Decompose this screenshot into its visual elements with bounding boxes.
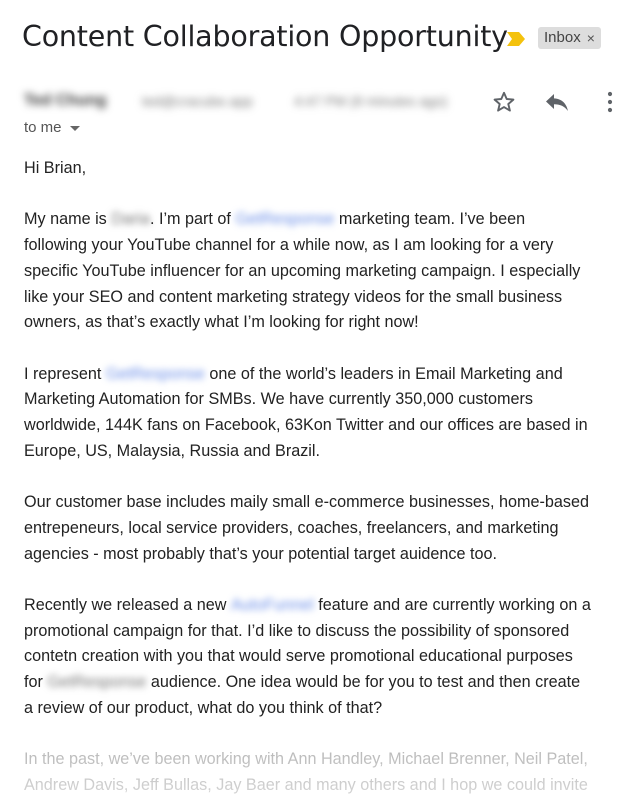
more-options-button[interactable]: [596, 88, 624, 116]
body-line: My name is Daria. I’m part of GetRespons…: [24, 207, 624, 233]
body-line: Our customer base includes maily small e…: [24, 493, 589, 512]
body-line: worldwide, 144K fans on Facebook, 63Kon …: [24, 416, 588, 434]
recipient-details-toggle[interactable]: to me: [24, 119, 80, 136]
greeting-text: Hi Brian,: [24, 159, 87, 177]
star-button[interactable]: [490, 88, 518, 116]
paragraph-customers: Our customer base includes maily small e…: [24, 490, 624, 567]
redacted-company-name: GetResponse: [47, 673, 147, 691]
body-line: contetn creation with you that would ser…: [24, 647, 573, 666]
inbox-label-text: Inbox: [544, 29, 581, 46]
body-line: agencies - most probably that’s your pot…: [24, 544, 498, 563]
text-span: . I’m part of: [149, 210, 231, 229]
text-span: Recently we released a new: [24, 595, 227, 614]
text-span: My name is: [24, 210, 107, 229]
body-line: promotional campaign for that. I’d like …: [24, 621, 570, 640]
body-line: I represent GetResponse one of the world…: [24, 362, 624, 388]
recipient-label: to me: [24, 119, 62, 136]
remove-label-button[interactable]: ×: [587, 27, 595, 49]
redacted-company-link[interactable]: GetResponse: [106, 362, 205, 388]
text-span: for: [24, 673, 43, 691]
body-line: Andrew Davis, Jeff Bullas, Jay Baer and …: [24, 775, 588, 794]
sender-name[interactable]: Ted Chung: [24, 92, 106, 110]
body-line: following your YouTube channel for a whi…: [24, 236, 554, 255]
more-vert-icon: [607, 91, 613, 113]
star-icon: [493, 91, 515, 112]
redacted-company-link[interactable]: GetResponse: [235, 207, 334, 233]
subject-row: Content Collaboration Opportunity Inbox …: [22, 18, 622, 62]
body-line: a review of our product, what do you thi…: [24, 698, 383, 717]
text-span: one of the world’s leaders in Email Mark…: [209, 364, 563, 383]
sender-row: Ted Chung ted@cracube.app 4:47 PM (8 min…: [24, 90, 474, 114]
body-line: owners, as that’s exactly what I’m looki…: [24, 313, 419, 332]
greeting: Hi Brian,: [24, 156, 624, 182]
body-line: Europe, US, Malaysia, Russia and Brazil.: [24, 441, 320, 460]
chevron-down-icon: [69, 125, 80, 131]
text-span: I represent: [24, 364, 102, 383]
redacted-sender-name: Daria: [111, 210, 150, 229]
paragraph-intro: My name is Daria. I’m part of GetRespons…: [24, 207, 624, 336]
sent-time: 4:47 PM (8 minutes ago): [294, 93, 448, 109]
body-line: In the past, we’ve been working with Ann…: [24, 750, 588, 769]
body-line: specific YouTube influencer for an upcom…: [24, 261, 581, 280]
email-body: Hi Brian, My name is Daria. I’m part of …: [24, 156, 624, 810]
paragraph-proposal: Recently we released a new AutoFunnel fe…: [24, 593, 624, 722]
paragraph-past-work: In the past, we’ve been working with Ann…: [24, 747, 624, 798]
body-line: entrepeneurs, local service providers, c…: [24, 518, 559, 537]
email-subject: Content Collaboration Opportunity: [22, 20, 508, 53]
sender-email: ted@cracube.app: [142, 93, 253, 109]
inbox-label-chip: Inbox ×: [538, 27, 601, 49]
reply-icon: [546, 94, 568, 111]
text-span: audience. One idea would be for you to t…: [150, 673, 581, 691]
paragraph-company: I represent GetResponse one of the world…: [24, 362, 624, 465]
reply-button[interactable]: [543, 88, 571, 116]
importance-marker-icon[interactable]: [506, 31, 526, 47]
text-span: feature and are currently working on a: [318, 595, 591, 614]
text-span: marketing team. I’ve been: [338, 210, 526, 229]
redacted-feature-link[interactable]: AutoFunnel: [231, 593, 314, 619]
body-line: for GetResponse audience. One idea would…: [24, 670, 624, 696]
body-line: Marketing Automation for SMBs. We have c…: [24, 390, 533, 409]
body-line: like your SEO and content marketing stra…: [24, 287, 563, 306]
body-line: Recently we released a new AutoFunnel fe…: [24, 593, 624, 619]
